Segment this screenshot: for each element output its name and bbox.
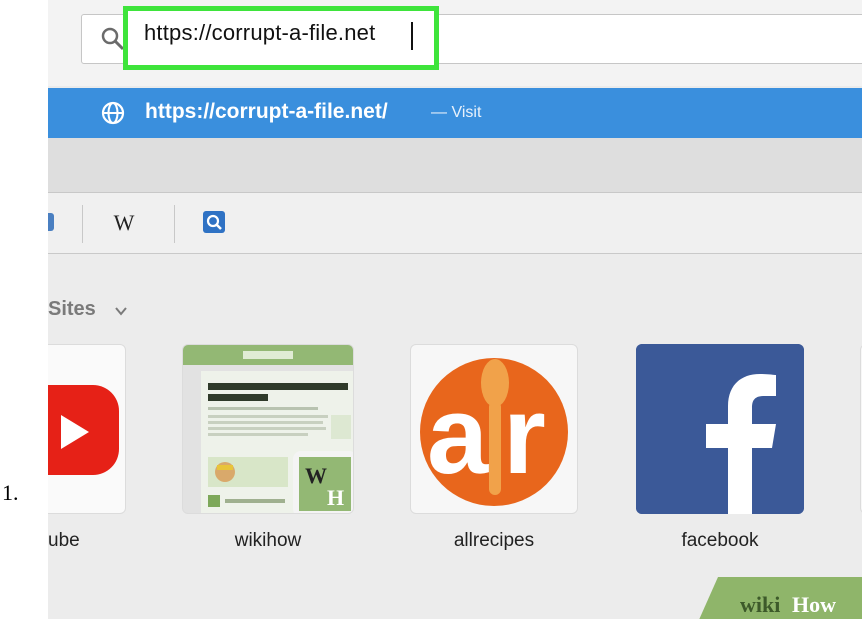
address-input[interactable]: https://corrupt-a-file.net	[144, 20, 375, 46]
site-tile-allrecipes[interactable]: a r	[410, 344, 578, 514]
site-tile-wikihow[interactable]: W H	[182, 344, 354, 514]
globe-icon	[101, 101, 125, 125]
facebook-logo-icon	[636, 344, 804, 514]
site-label-wikihow: wikihow	[234, 530, 302, 551]
wikihow-logo-icon: W H	[293, 451, 353, 513]
svg-text:H: H	[327, 485, 344, 510]
suggestion-visit-label: — Visit	[431, 104, 482, 121]
svg-text:a: a	[427, 374, 489, 497]
suggestion-url: https://corrupt-a-file.net/	[145, 100, 388, 123]
text-cursor	[411, 22, 413, 50]
wikipedia-icon[interactable]: W	[106, 208, 142, 238]
wikihow-watermark: wiki How	[699, 577, 862, 619]
site-label-facebook: facebook	[681, 530, 759, 551]
youtube-logo-icon	[48, 385, 119, 475]
allrecipes-logo-icon: a r	[420, 358, 568, 506]
svg-text:r: r	[503, 374, 546, 497]
search-engine-bar: W	[48, 193, 862, 254]
site-label-allrecipes: allrecipes	[453, 530, 535, 551]
separator	[82, 205, 83, 243]
watermark-suffix: How	[792, 592, 836, 617]
url-suggestion[interactable]: https://corrupt-a-file.net/ — Visit	[48, 88, 862, 138]
top-sites-heading[interactable]: Sites	[48, 298, 96, 321]
new-tab-content: Sites ube W H wikihow a r allrecipes fac…	[48, 254, 862, 619]
browser-screenshot: https://corrupt-a-file.net https://corru…	[48, 0, 862, 619]
svg-text:W: W	[305, 463, 327, 488]
partial-engine-icon[interactable]	[48, 213, 54, 231]
chevron-down-icon[interactable]	[114, 304, 128, 318]
step-number: 1.	[2, 480, 19, 505]
site-label-youtube: ube	[48, 530, 80, 551]
address-bar-row: https://corrupt-a-file.net	[48, 0, 862, 86]
watermark-prefix: wiki	[740, 592, 780, 617]
separator	[174, 205, 175, 243]
search-icon	[206, 214, 222, 230]
site-tile-youtube[interactable]	[48, 344, 126, 514]
search-engine-icon[interactable]	[203, 211, 225, 233]
site-tile-facebook[interactable]	[636, 344, 804, 514]
toolbar-band	[48, 138, 862, 193]
